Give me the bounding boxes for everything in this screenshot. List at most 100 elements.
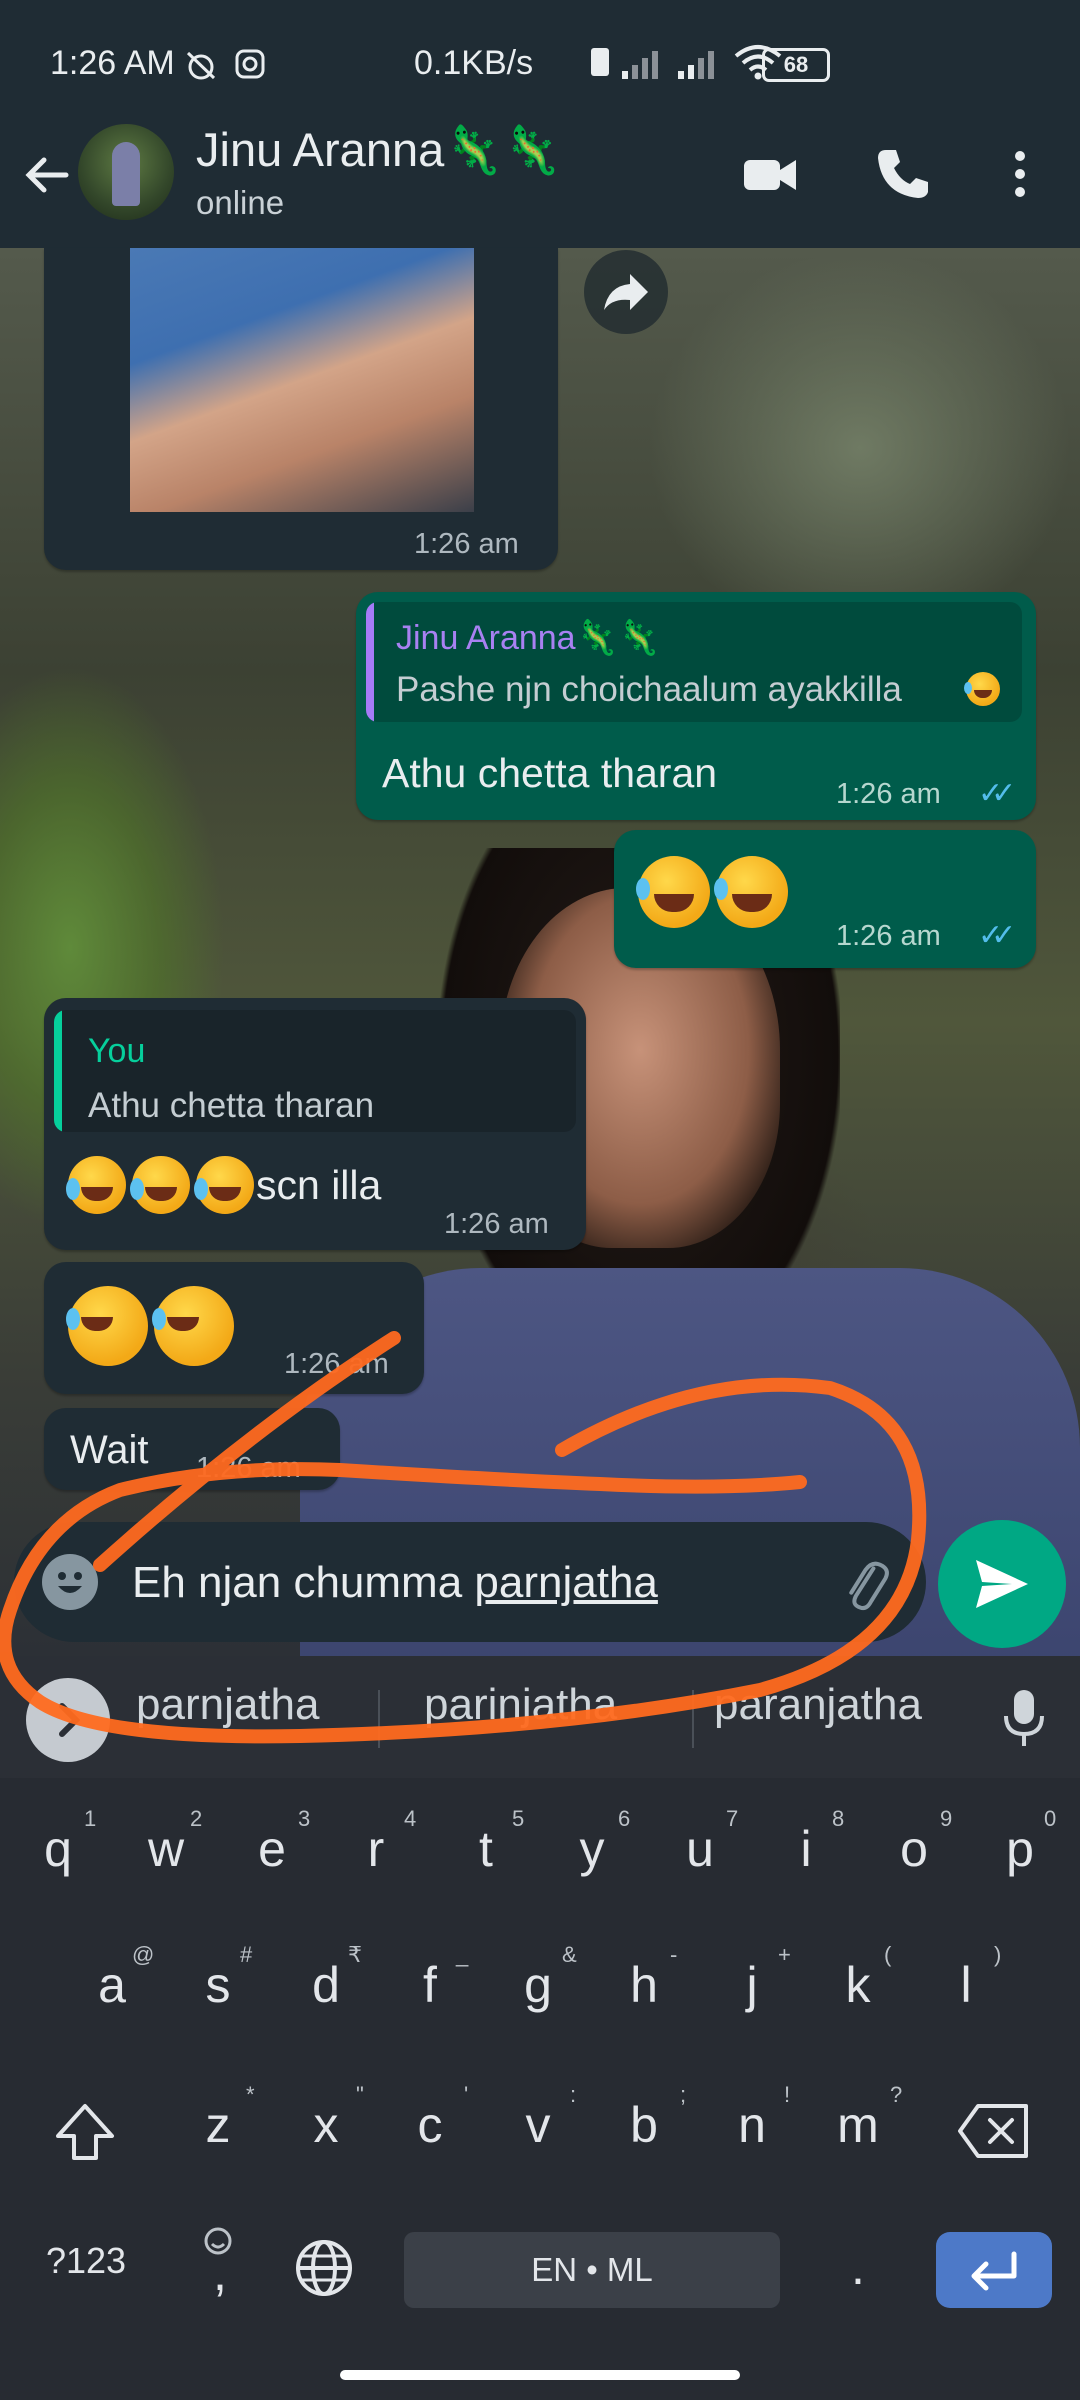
quoted-name: You [88,1032,146,1070]
shift-icon[interactable] [50,2098,120,2168]
period-key[interactable]: . [808,2238,908,2296]
message-content: scn illa [66,1156,382,1214]
quoted-name: Jinu Aranna🦎🦎 [396,619,661,657]
message-input[interactable]: Eh njan chumma parnjatha [132,1558,658,1608]
chevron-right-icon [59,1703,81,1737]
input-word-underlined: parnjatha [474,1558,658,1607]
key-hint: * [246,2082,255,2107]
key-hint: 5 [512,1806,525,1831]
chat-header: Jinu Aranna🦎🦎 online [0,110,1080,248]
suggestion-3[interactable]: paranjatha [714,1680,922,1730]
forward-icon[interactable] [582,248,670,336]
message-image[interactable]: 1:26 am [44,248,558,570]
rofl-emoji [66,1156,126,1214]
message-emoji-incoming[interactable]: 1:26 am [44,1262,424,1394]
key-hint: ₹ [348,1942,362,1967]
send-icon [976,1560,1028,1608]
key-hint: + [778,1942,791,1967]
comma-key[interactable]: , [170,2244,270,2302]
home-indicator[interactable] [340,2370,740,2380]
instagram-icon [235,49,265,79]
status-bar: 1:26 AM 0.1KB/s 68 [0,0,1080,128]
read-ticks-icon: ✓✓ [978,919,1016,952]
quoted-text: Pashe njn choichaalum ayakkilla [396,670,902,709]
emoji-icon[interactable] [42,1554,98,1610]
enter-icon [971,2251,1017,2291]
message-reply-incoming[interactable]: You Athu chetta tharan scn illa 1:26 am [44,998,586,1250]
key-hint: _ [456,1942,469,1967]
quote-bar [54,1010,62,1132]
key-hint: ' [464,2082,469,2107]
globe-icon[interactable] [292,2236,356,2300]
key-hint: ) [994,1942,1002,1967]
voice-call-icon[interactable] [872,144,932,204]
rofl-emoji [130,1156,190,1214]
key-hint: : [570,2082,577,2107]
key-hint: 4 [404,1806,417,1831]
mic-icon[interactable] [1000,1688,1048,1748]
attach-icon[interactable] [836,1554,896,1614]
key-hint: ? [890,2082,903,2107]
suggestion-2[interactable]: parinjatha [424,1680,617,1730]
battery-icon: 68 [762,48,830,82]
suggestion-bar: parnjatha parinjatha paranjatha [0,1656,1080,1778]
contact-status: online [196,184,285,221]
suggestion-1[interactable]: parnjatha [136,1680,319,1730]
video-call-icon[interactable] [740,144,800,204]
quoted-message[interactable]: Jinu Aranna🦎🦎 Pashe njn choichaalum ayak… [366,602,1022,722]
enter-key[interactable] [936,2232,1052,2308]
key-hint: ( [884,1942,892,1967]
message-time: 1:26 am [836,920,941,952]
alarm-icon [186,51,216,80]
network-speed: 0.1KB/s [414,44,534,82]
key-hint: - [670,1942,678,1967]
key-hint: & [562,1942,577,1967]
rofl-emoji [714,856,788,928]
key-hint: # [240,1942,253,1967]
key-b[interactable]: b [594,2096,694,2154]
space-key[interactable]: EN • ML [404,2232,780,2308]
suggestion-divider [692,1690,694,1748]
key-hint: 0 [1044,1806,1057,1831]
message-time: 1:26 am [284,1348,389,1380]
message-time: 1:26 am [444,1208,549,1240]
rofl-emoji [66,1286,148,1366]
message-text: Wait [70,1428,149,1472]
quoted-message[interactable]: You Athu chetta tharan [54,1010,576,1132]
quoted-text: Athu chetta tharan [88,1086,375,1125]
key-hint: ; [680,2082,687,2107]
message-text-incoming[interactable]: Wait 1:26 am [44,1408,340,1490]
rofl-emoji [194,1156,254,1214]
status-time: 1:26 AM [50,44,175,82]
message-reply-outgoing[interactable]: Jinu Aranna🦎🦎 Pashe njn choichaalum ayak… [356,592,1036,820]
symbols-key[interactable]: ?123 [36,2240,136,2282]
backspace-icon[interactable] [956,2100,1032,2162]
message-text: Athu chetta tharan [382,750,718,796]
key-s[interactable]: s [168,1956,268,2014]
toolbar-toggle-button[interactable] [26,1678,110,1762]
send-button[interactable] [938,1520,1066,1648]
message-time: 1:26 am [836,778,941,810]
volte-icon [591,48,609,76]
back-arrow-icon[interactable] [22,150,72,200]
contact-name[interactable]: Jinu Aranna🦎🦎 [196,122,561,178]
emoji-group [66,1286,240,1366]
key-h[interactable]: h [594,1956,694,2014]
more-vert-icon[interactable] [1000,144,1040,204]
signal-icon [678,51,714,79]
signal-icon [622,51,658,79]
emoji-group [636,856,794,928]
message-emoji-outgoing[interactable]: 1:26 am ✓✓ [614,830,1036,968]
key-hint: ! [784,2082,791,2107]
rofl-emoji [152,1286,234,1366]
key-k[interactable]: k [808,1956,908,2014]
key-hint: 7 [726,1806,739,1831]
avatar[interactable] [78,124,174,220]
message-input-bar[interactable]: Eh njan chumma parnjatha [14,1522,926,1642]
message-time: 1:26 am [414,528,519,560]
key-hint: 1 [84,1806,97,1831]
message-text: scn illa [256,1161,382,1208]
key-hint: 8 [832,1806,845,1831]
rofl-emoji [964,672,1000,706]
image-thumbnail[interactable] [130,248,474,512]
